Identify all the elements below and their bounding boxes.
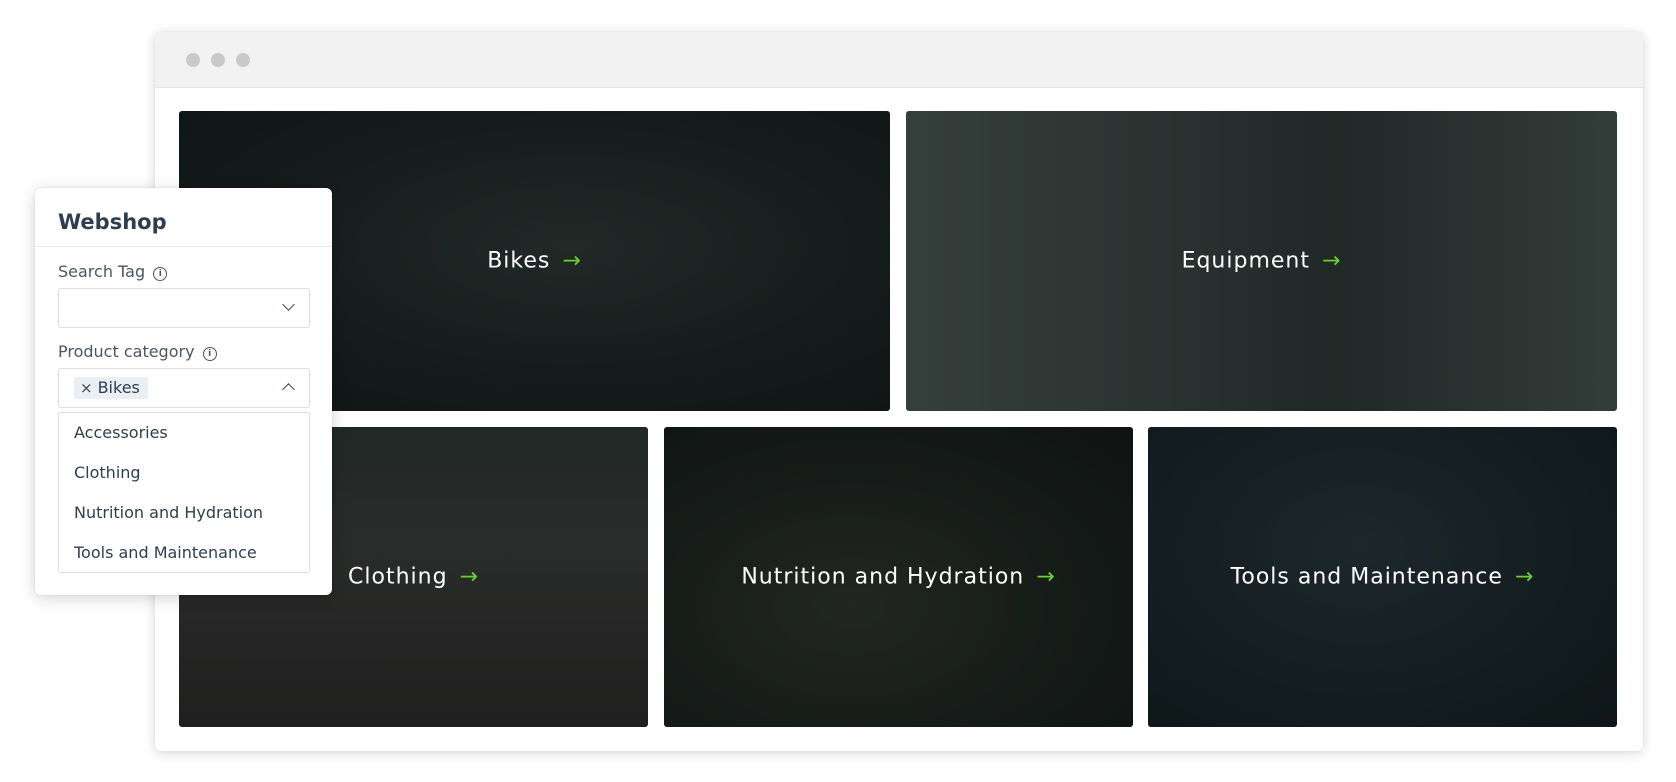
window-dot-minimize[interactable] [211,53,225,67]
product-category-label: Product category i [58,342,217,361]
browser-window: Bikes → Equipment → Clothing → Nutrition an… [155,32,1643,751]
panel-title: Webshop [58,210,167,234]
product-category-select[interactable]: × Bikes [58,368,310,408]
chevron-down-icon [282,298,295,311]
tile-caption: Equipment → [906,249,1617,274]
chip-label: Bikes [97,378,140,397]
window-dot-close[interactable] [186,53,200,67]
tile-caption: Nutrition and Hydration → [664,565,1133,590]
dropdown-option-clothing[interactable]: Clothing [74,463,141,482]
arrow-right-icon: → [1321,248,1342,274]
tile-label: Nutrition and Hydration [741,564,1025,590]
arrow-right-icon: → [1036,564,1056,590]
tile-label: Bikes [487,248,551,274]
tile-caption: Tools and Maintenance → [1148,565,1617,590]
window-dot-maximize[interactable] [236,53,250,67]
category-tile-nutrition[interactable]: Nutrition and Hydration → [664,427,1133,727]
selected-chip-bikes: × Bikes [74,377,148,399]
tile-label: Clothing [348,564,448,590]
dropdown-option-nutrition[interactable]: Nutrition and Hydration [74,503,263,522]
search-tag-select[interactable] [58,288,310,328]
browser-titlebar [155,32,1643,88]
webshop-settings-panel: Webshop Search Tag i Product category i … [35,188,332,595]
tile-label: Tools and Maintenance [1230,564,1503,590]
arrow-right-icon: → [459,564,479,590]
category-tile-tools[interactable]: Tools and Maintenance → [1148,427,1617,727]
dropdown-option-tools[interactable]: Tools and Maintenance [74,543,257,562]
divider [35,246,332,247]
info-icon[interactable]: i [202,347,217,361]
category-dropdown-menu: Accessories Clothing Nutrition and Hydra… [58,412,310,573]
category-tile-equipment[interactable]: Equipment → [906,111,1617,411]
arrow-right-icon: → [562,248,582,274]
search-tag-label: Search Tag i [58,262,168,281]
remove-chip-icon[interactable]: × [80,379,93,397]
dropdown-option-accessories[interactable]: Accessories [74,423,168,442]
chevron-up-icon[interactable] [282,383,295,396]
info-icon[interactable]: i [153,267,168,281]
arrow-right-icon: → [1514,564,1535,590]
tile-label: Equipment [1181,248,1310,274]
